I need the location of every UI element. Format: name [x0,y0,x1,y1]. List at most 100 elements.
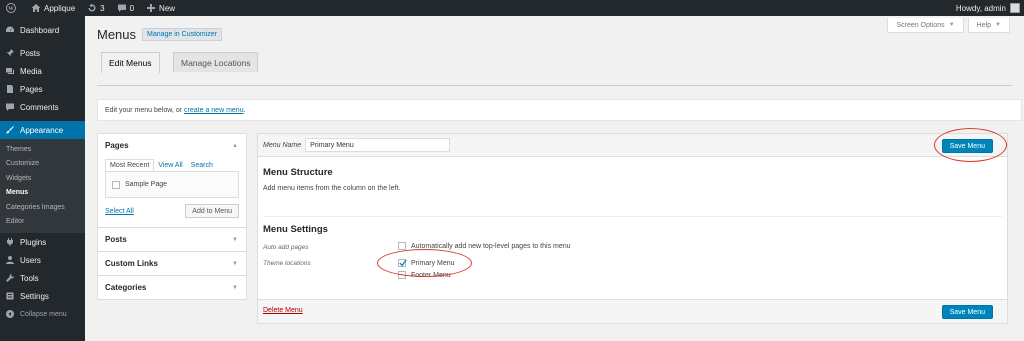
posts-section: Posts ▼ [98,228,246,252]
admin-bar: W Applique 3 0 New Howdy, admin [0,0,1024,16]
sidebar-label: Appearance [20,125,64,135]
tab-view-all[interactable]: View All [154,160,186,171]
sidebar-item-tools[interactable]: Tools [0,269,85,287]
menu-editor-header: Menu Name Primary Menu Save Menu [258,128,1007,162]
categories-section-header[interactable]: Categories ▼ [98,276,246,299]
wrench-icon [6,273,15,282]
select-all-link[interactable]: Select All [105,208,134,215]
tab-manage-locations[interactable]: Manage Locations [173,52,259,72]
pages-tabs: Most Recent View All Search [105,157,239,171]
submenu-item-menus[interactable]: Menus [0,186,85,201]
sidebar-label: Pages [20,84,43,94]
sidebar-item-media[interactable]: Media [0,62,85,80]
admin-sidebar: Dashboard Posts Media Pages Comments App… [0,16,85,341]
custom-links-section-header[interactable]: Custom Links ▼ [98,252,246,275]
sidebar-label: Tools [20,273,39,283]
caret-down-icon: ▼ [995,22,1001,28]
section-title: Pages [105,141,129,150]
menu-structure-title: Menu Structure [263,167,333,178]
annotation-circle [377,249,472,277]
menu-name-label: Menu Name [263,141,302,149]
wp-logo[interactable]: W [0,0,25,16]
site-name-link[interactable]: Applique [25,0,81,16]
plugin-icon [7,238,13,246]
submenu-item-editor[interactable]: Editor [0,215,85,230]
posts-section-header[interactable]: Posts ▼ [98,228,246,251]
sidebar-item-appearance[interactable]: Appearance [0,121,85,139]
add-to-menu-button[interactable]: Add to Menu [185,204,239,218]
tab-edit-menus[interactable]: Edit Menus [101,52,160,73]
menu-name-input[interactable]: Primary Menu [305,138,451,152]
new-content-link[interactable]: New [140,0,181,16]
create-new-menu-link[interactable]: create a new menu [184,107,244,114]
menu-settings-title: Menu Settings [263,224,328,235]
sidebar-item-users[interactable]: Users [0,251,85,269]
pages-actions: Select All Add to Menu [105,204,239,218]
notice-end: . [243,106,246,114]
submenu-item-themes[interactable]: Themes [0,142,85,157]
section-title: Categories [105,283,147,292]
help-label: Help [976,21,992,29]
paintbrush-icon [6,126,14,134]
sidebar-label: Media [20,66,42,76]
screen-meta-links: Screen Options ▼ Help ▼ [887,18,1010,33]
menu-items-accordion: Pages ▲ Most Recent View All Search Samp… [97,133,247,300]
pages-list: Sample Page [105,171,239,198]
screen-options-button[interactable]: Screen Options ▼ [887,18,964,33]
howdy-text: Howdy, admin [955,3,1006,13]
theme-locations-label: Theme locations [263,260,311,267]
sidebar-label: Posts [20,48,41,58]
annotation-circle [934,128,1007,162]
sidebar-label: Users [20,255,41,265]
categories-section: Categories ▼ [98,276,246,299]
updates-count: 3 [100,3,105,13]
delete-menu-link[interactable]: Delete Menu [263,307,303,314]
new-label: New [159,3,176,13]
wordpress-icon: W [6,3,16,13]
menu-structure-text: Add menu items from the column on the le… [263,185,401,192]
sidebar-item-plugins[interactable]: Plugins [0,233,85,251]
dashboard-icon [6,26,14,32]
sample-page-label: Sample Page [125,181,168,188]
comments-count: 0 [129,3,135,13]
sidebar-item-pages[interactable]: Pages [0,80,85,98]
sidebar-item-comments[interactable]: Comments [0,98,85,116]
pages-section-header[interactable]: Pages ▲ [98,134,246,157]
section-title: Posts [105,235,127,244]
tab-most-recent[interactable]: Most Recent [105,159,155,171]
collapse-menu-button[interactable]: Collapse menu [0,305,85,323]
caret-down-icon: ▼ [232,260,238,267]
divider [263,216,1002,217]
comments-icon [6,103,14,111]
sidebar-item-posts[interactable]: Posts [0,44,85,62]
help-button[interactable]: Help ▼ [967,18,1010,33]
manage-menus-notice: Edit your menu below, or create a new me… [97,99,1022,121]
home-icon [31,4,41,12]
custom-links-section: Custom Links ▼ [98,252,246,276]
main-content: Screen Options ▼ Help ▼ Menus Manage in … [85,16,1024,341]
updates-link[interactable]: 3 [81,0,110,16]
submenu-item-customize[interactable]: Customize [0,157,85,172]
comments-link[interactable]: 0 [111,0,140,16]
sidebar-item-settings[interactable]: Settings [0,287,85,305]
submenu-item-categories-images[interactable]: Categories Images [0,200,85,215]
my-account[interactable]: Howdy, admin [950,0,1024,16]
tab-search[interactable]: Search [187,160,217,171]
page-title: Menus [97,27,137,42]
manage-in-customizer-button[interactable]: Manage in Customizer [142,28,223,41]
save-menu-button-bottom[interactable]: Save Menu [941,305,993,319]
save-menu-bottom-wrap: Save Menu [941,305,993,319]
auto-add-checkbox[interactable] [398,242,406,250]
sidebar-item-dashboard[interactable]: Dashboard [0,21,85,39]
settings-icon [6,292,14,300]
submenu-item-widgets[interactable]: Widgets [0,171,85,186]
pages-section-body: Most Recent View All Search Sample Page … [98,157,246,227]
pin-icon [6,49,14,57]
sample-page-checkbox[interactable] [112,180,120,189]
site-name: Applique [44,3,76,13]
sidebar-label: Dashboard [20,25,60,35]
updates-icon [88,3,96,12]
pages-section: Pages ▲ Most Recent View All Search Samp… [98,134,246,228]
auto-add-pages-label: Auto add pages [263,244,309,251]
notice-text: Edit your menu below, or [105,106,183,114]
